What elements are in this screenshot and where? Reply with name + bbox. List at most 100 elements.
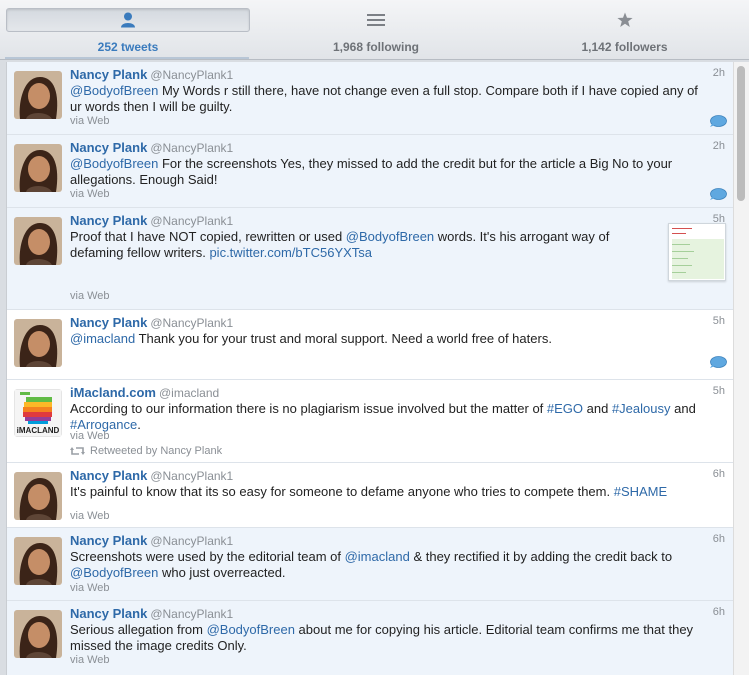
vertical-scrollbar-thumb[interactable] — [737, 66, 745, 201]
tweet-text: @BodyofBreen For the screenshots Yes, th… — [70, 156, 700, 188]
tweet-link[interactable]: @BodyofBreen — [70, 565, 158, 580]
author-handle[interactable]: @NancyPlank1 — [150, 469, 233, 483]
tweet-item[interactable]: Nancy Plank @NancyPlank1 6h Screenshots w… — [7, 528, 733, 601]
tab-followers-icon-button[interactable] — [500, 8, 749, 32]
tweet-link[interactable]: @imacland — [70, 331, 135, 346]
tweet-link[interactable]: @BodyofBreen — [207, 622, 295, 637]
tweet-text-segment: Thank you for your trust and moral suppo… — [135, 331, 552, 346]
author-handle[interactable]: @NancyPlank1 — [150, 607, 233, 621]
avatar[interactable] — [14, 144, 62, 192]
author-handle[interactable]: @NancyPlank1 — [150, 214, 233, 228]
tweet-text: @imacland Thank you for your trust and m… — [70, 331, 700, 347]
avatar[interactable] — [14, 537, 62, 585]
star-icon — [616, 12, 633, 27]
tweet-item[interactable]: Nancy Plank @NancyPlank1 5h @imacland Tha… — [7, 310, 733, 380]
author-name[interactable]: iMacland.com — [70, 385, 156, 400]
tab-tweets-label[interactable]: 252 tweets — [6, 40, 250, 54]
tweet-link[interactable]: #SHAME — [614, 484, 667, 499]
person-icon — [121, 12, 135, 28]
tweet-item[interactable]: Nancy Plank @NancyPlank1 2h @BodyofBreen … — [7, 62, 733, 135]
tweet-text: It's painful to know that its so easy fo… — [70, 484, 700, 500]
tweet-item[interactable]: Nancy Plank @NancyPlank1 6h It's painful … — [7, 463, 733, 528]
avatar[interactable] — [14, 610, 62, 658]
tweet-text: Proof that I have NOT copied, rewritten … — [70, 229, 655, 261]
tweet-text: @BodyofBreen My Words r still there, hav… — [70, 83, 700, 115]
tweet-author[interactable]: Nancy Plank @NancyPlank1 — [70, 468, 233, 483]
tweet-time[interactable]: 6h — [713, 533, 725, 545]
conversation-icon[interactable] — [709, 115, 727, 127]
retweet-icon — [70, 447, 85, 456]
author-handle[interactable]: @NancyPlank1 — [150, 534, 233, 548]
tweet-time[interactable]: 2h — [713, 67, 725, 79]
avatar[interactable] — [14, 472, 62, 520]
tweet-link[interactable]: @imacland — [345, 549, 410, 564]
author-name[interactable]: Nancy Plank — [70, 468, 147, 483]
tweet-author[interactable]: Nancy Plank @NancyPlank1 — [70, 140, 233, 155]
author-handle[interactable]: @NancyPlank1 — [150, 68, 233, 82]
tweet-link[interactable]: pic.twitter.com/bTC56YXTsa — [209, 245, 372, 260]
tweet-item[interactable]: Nancy Plank @NancyPlank1 6h Serious alleg… — [7, 601, 733, 675]
tab-following-label[interactable]: 1,968 following — [252, 40, 500, 54]
list-icon — [367, 14, 385, 26]
tweet-link[interactable]: #EGO — [547, 401, 583, 416]
author-handle[interactable]: @imacland — [159, 386, 219, 400]
tweet-link[interactable]: @BodyofBreen — [70, 156, 158, 171]
tweet-time[interactable]: 5h — [713, 315, 725, 327]
tweet-author[interactable]: Nancy Plank @NancyPlank1 — [70, 315, 233, 330]
tweet-text-segment: For the screenshots Yes, they missed to … — [70, 156, 673, 187]
author-name[interactable]: Nancy Plank — [70, 533, 147, 548]
tweet-text-segment: My Words r still there, have not change … — [70, 83, 698, 114]
tweet-source: via Web — [70, 582, 110, 594]
tweet-item[interactable]: Nancy Plank @NancyPlank1 2h @BodyofBreen … — [7, 135, 733, 208]
tweet-source: via Web — [70, 654, 110, 666]
profile-tab-bar: 252 tweets 1,968 following 1,142 followe… — [0, 0, 749, 60]
avatar[interactable]: iMACLAND — [14, 389, 62, 437]
author-handle[interactable]: @NancyPlank1 — [150, 141, 233, 155]
tweet-text-segment: and — [583, 401, 612, 416]
tweet-text-segment: who just overreacted. — [158, 565, 286, 580]
tweet-list[interactable]: Nancy Plank @NancyPlank1 2h @BodyofBreen … — [6, 62, 733, 675]
tab-tweets-icon-button[interactable] — [6, 8, 250, 32]
tweet-link[interactable]: #Jealousy — [612, 401, 671, 416]
conversation-icon[interactable] — [709, 188, 727, 200]
tweet-time[interactable]: 6h — [713, 468, 725, 480]
author-handle[interactable]: @NancyPlank1 — [150, 316, 233, 330]
author-name[interactable]: Nancy Plank — [70, 606, 147, 621]
tweet-text-segment: & they rectified it by adding the credit… — [409, 549, 673, 564]
avatar[interactable] — [14, 217, 62, 265]
tweet-image-thumbnail[interactable] — [668, 223, 726, 281]
tweet-author[interactable]: Nancy Plank @NancyPlank1 — [70, 606, 233, 621]
tab-followers-label[interactable]: 1,142 followers — [500, 40, 749, 54]
tweet-item[interactable]: Nancy Plank @NancyPlank1 5h Proof that I … — [7, 208, 733, 310]
tweet-author[interactable]: iMacland.com @imacland — [70, 385, 219, 400]
tweet-time[interactable]: 2h — [713, 140, 725, 152]
retweeted-by-label: Retweeted by Nancy Plank — [90, 445, 223, 457]
avatar[interactable] — [14, 319, 62, 367]
tweet-link[interactable]: @BodyofBreen — [346, 229, 434, 244]
tweet-author[interactable]: Nancy Plank @NancyPlank1 — [70, 533, 233, 548]
author-name[interactable]: Nancy Plank — [70, 315, 147, 330]
author-name[interactable]: Nancy Plank — [70, 213, 147, 228]
tweet-source: via Web — [70, 290, 110, 302]
tweet-link[interactable]: @BodyofBreen — [70, 83, 158, 98]
author-name[interactable]: Nancy Plank — [70, 67, 147, 82]
author-name[interactable]: Nancy Plank — [70, 140, 147, 155]
tweet-author[interactable]: Nancy Plank @NancyPlank1 — [70, 213, 233, 228]
tweet-author[interactable]: Nancy Plank @NancyPlank1 — [70, 67, 233, 82]
tweet-item[interactable]: iMACLAND iMacland.com @imacland 5h Accord… — [7, 380, 733, 463]
selected-tab-indicator — [5, 57, 249, 59]
tweet-text-segment: . — [137, 417, 141, 432]
tweet-text: According to our information there is no… — [70, 401, 700, 433]
tweet-text: Serious allegation from @BodyofBreen abo… — [70, 622, 700, 654]
tweet-time[interactable]: 5h — [713, 385, 725, 397]
tweet-time[interactable]: 6h — [713, 606, 725, 618]
tweet-text-segment: It's painful to know that its so easy fo… — [70, 484, 614, 499]
avatar-caption: iMACLAND — [16, 426, 60, 435]
avatar[interactable] — [14, 71, 62, 119]
tweet-source: via Web — [70, 430, 110, 442]
tweet-text-segment: Screenshots were used by the editorial t… — [70, 549, 345, 564]
tweet-text-segment: Serious allegation from — [70, 622, 207, 637]
retweet-indicator: Retweeted by Nancy Plank — [70, 445, 222, 457]
conversation-icon[interactable] — [709, 356, 727, 368]
tab-following-icon-button[interactable] — [252, 8, 500, 32]
